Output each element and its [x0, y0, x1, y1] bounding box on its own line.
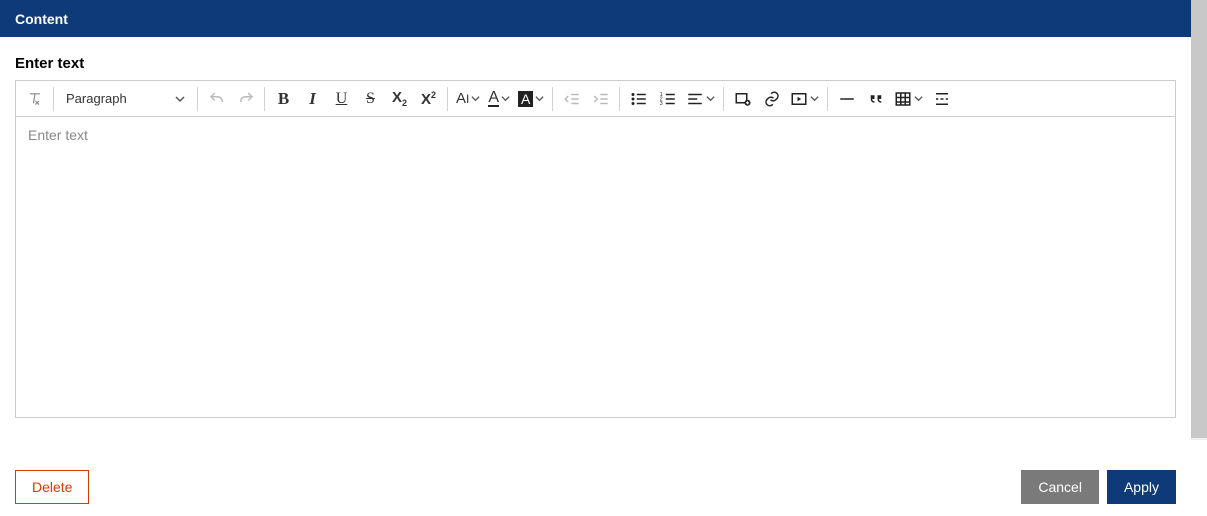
media-button[interactable] — [786, 85, 823, 113]
bullet-list-button[interactable] — [624, 85, 653, 113]
align-button[interactable] — [682, 85, 719, 113]
image-icon — [734, 90, 752, 108]
highlight-icon: A — [518, 91, 533, 107]
table-button[interactable] — [890, 85, 927, 113]
editor-placeholder: Enter text — [28, 127, 88, 143]
toolbar-separator — [197, 87, 198, 111]
content-panel: Content Enter text Paragraph — [0, 0, 1191, 516]
horizontal-rule-button[interactable] — [832, 85, 861, 113]
editor-toolbar: Paragraph B I — [16, 81, 1175, 117]
toolbar-separator — [619, 87, 620, 111]
subscript-button[interactable]: X2 — [385, 85, 414, 113]
panel-header: Content — [0, 0, 1191, 37]
scrollbar-track[interactable] — [1191, 0, 1207, 440]
toolbar-separator — [264, 87, 265, 111]
superscript-button[interactable]: X2 — [414, 85, 443, 113]
case-button[interactable]: AI — [452, 85, 484, 113]
scrollbar-thumb[interactable] — [1191, 0, 1207, 438]
outdent-icon — [563, 90, 581, 108]
redo-button[interactable] — [231, 85, 260, 113]
undo-button[interactable] — [202, 85, 231, 113]
redo-icon — [237, 90, 255, 108]
media-icon — [790, 90, 808, 108]
chevron-down-icon — [175, 94, 185, 104]
indent-icon — [592, 90, 610, 108]
bold-icon: B — [278, 89, 289, 109]
link-button[interactable] — [757, 85, 786, 113]
editor-textarea[interactable]: Enter text — [16, 117, 1175, 417]
blockquote-button[interactable] — [861, 85, 890, 113]
panel-title: Content — [15, 11, 68, 27]
superscript-icon: X2 — [421, 90, 436, 108]
underline-icon: U — [336, 90, 348, 108]
highlight-button[interactable]: A — [514, 85, 548, 113]
toolbar-separator — [723, 87, 724, 111]
numbered-list-button[interactable]: 123 — [653, 85, 682, 113]
case-icon: AI — [456, 90, 469, 107]
link-icon — [763, 90, 781, 108]
undo-icon — [208, 90, 226, 108]
table-icon — [894, 90, 912, 108]
panel-footer: Delete Cancel Apply — [0, 458, 1191, 516]
cancel-button[interactable]: Cancel — [1021, 470, 1099, 504]
svg-text:3: 3 — [660, 101, 663, 107]
block-format-label: Paragraph — [66, 91, 127, 106]
quote-icon — [867, 90, 885, 108]
chevron-down-icon — [706, 94, 715, 103]
strikethrough-button[interactable]: S — [356, 85, 385, 113]
text-color-button[interactable]: A — [484, 85, 514, 113]
underline-button[interactable]: U — [327, 85, 356, 113]
italic-icon: I — [309, 89, 316, 109]
chevron-down-icon — [501, 94, 510, 103]
strikethrough-icon: S — [366, 90, 375, 108]
block-format-select[interactable]: Paragraph — [58, 85, 193, 113]
page-break-button[interactable] — [927, 85, 956, 113]
chevron-down-icon — [471, 94, 480, 103]
clear-formatting-icon — [26, 90, 44, 108]
apply-button[interactable]: Apply — [1107, 470, 1176, 504]
delete-button[interactable]: Delete — [15, 470, 89, 504]
chevron-down-icon — [810, 94, 819, 103]
chevron-down-icon — [535, 94, 544, 103]
bold-button[interactable]: B — [269, 85, 298, 113]
italic-button[interactable]: I — [298, 85, 327, 113]
numbered-list-icon: 123 — [659, 90, 677, 108]
text-color-icon: A — [488, 91, 499, 107]
align-icon — [686, 90, 704, 108]
horizontal-rule-icon — [838, 90, 856, 108]
toolbar-separator — [827, 87, 828, 111]
indent-button[interactable] — [586, 85, 615, 113]
rich-text-editor: Paragraph B I — [15, 80, 1176, 418]
clear-formatting-button[interactable] — [20, 85, 49, 113]
page-break-icon — [933, 90, 951, 108]
outdent-button[interactable] — [557, 85, 586, 113]
toolbar-separator — [447, 87, 448, 111]
subscript-icon: X2 — [392, 89, 407, 108]
bullet-list-icon — [630, 90, 648, 108]
field-label: Enter text — [0, 37, 1191, 80]
toolbar-separator — [53, 87, 54, 111]
toolbar-separator — [552, 87, 553, 111]
insert-image-button[interactable] — [728, 85, 757, 113]
chevron-down-icon — [914, 94, 923, 103]
